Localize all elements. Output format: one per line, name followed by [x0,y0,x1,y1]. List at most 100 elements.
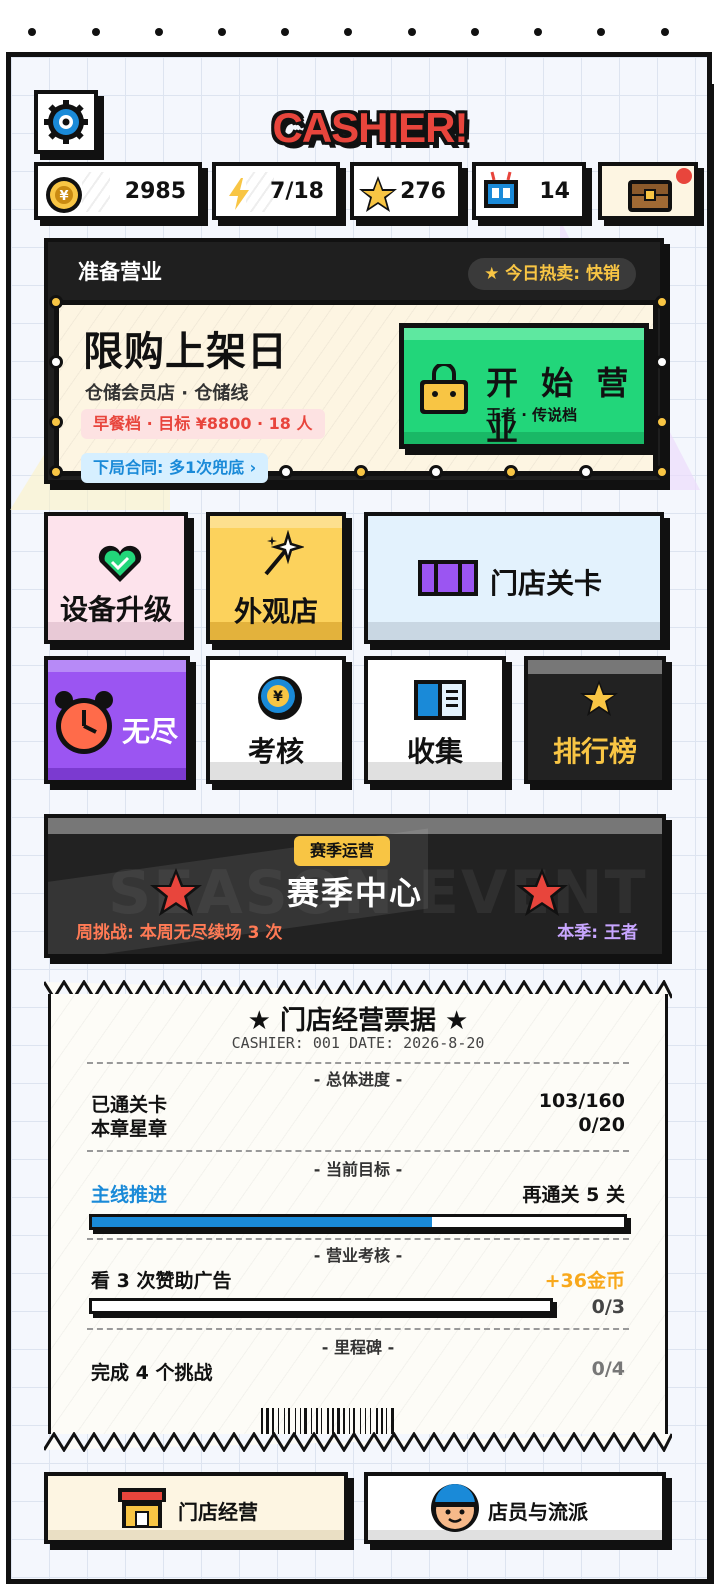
chest-button[interactable] [598,162,698,220]
dot [534,28,542,36]
dot [28,28,36,36]
weekly-challenge: 周挑战: 本周无尽续场 3 次 [76,923,283,943]
equipment-upgrade-tile[interactable]: 设备升级 [44,512,188,644]
dot [344,28,352,36]
shopping-bag-icon [420,364,468,414]
section-current-goal: - 当前目标 - [313,1160,403,1179]
business-receipt: ★ 门店经营票据 ★ CASHIER: 001 DATE: 2026-8-20 … [48,994,668,1434]
staff-and-school-button[interactable]: 店员与流派 [364,1472,666,1544]
nav-label: 门店经营 [178,1500,258,1524]
season-title: 赛季中心 [286,874,423,912]
coin-value: 2985 [124,178,186,204]
game-title: CASHIER! [272,104,468,151]
current-season-rank: 本季: 王者 [557,923,638,943]
dot [218,28,226,36]
staff-avatar-icon [431,1484,479,1532]
notification-badge [676,168,692,184]
heart-icon [98,545,142,582]
bulb [655,355,669,369]
bulb [655,415,669,429]
next-contract-link[interactable]: 下局合同: 多1次兜底 › [81,453,269,483]
appearance-shop-tile[interactable]: 外观店 [206,512,346,644]
book-icon [414,680,466,720]
store-management-button[interactable]: 门店经营 [44,1472,348,1544]
main-goal-label: 主线推进 [91,1184,168,1206]
section-overall: - 总体进度 - [313,1070,403,1089]
robot-icon [484,171,518,208]
dot [408,28,416,36]
start-sublabel: 王者 · 传说档 [486,406,578,424]
bulb [279,465,293,479]
robot-value: 14 [539,178,570,204]
nav-label: 店员与流派 [488,1500,588,1524]
level-ticket-icon [418,560,478,596]
star-icon [580,680,618,716]
bulb [655,295,669,309]
dot [281,28,289,36]
bulb [49,465,63,479]
main-goal-progress [89,1214,627,1230]
bulb [504,465,518,479]
season-tag: 赛季运营 [294,836,391,866]
hot-sale-badge: ★ 今日热卖: 快销 [468,258,636,290]
receipt-meta: CASHIER: 001 DATE: 2026-8-20 [231,1034,485,1052]
dot [155,28,163,36]
bulb [429,465,443,479]
star-value: 276 [400,178,446,204]
collection-tile[interactable]: 收集 [364,656,506,784]
status-dots [0,0,720,56]
svg-text:¥: ¥ [59,189,68,204]
chapter-stars-label: 本章星章 [91,1118,168,1140]
bulb [655,465,669,479]
task-progress [89,1298,553,1314]
section-milestone: - 里程碑 - [321,1338,395,1357]
receipt-title: ★ 门店经营票据 ★ [247,1006,469,1036]
bulb [354,465,368,479]
milestone-label: 完成 4 个挑战 [91,1362,213,1384]
progress-fill [92,1217,433,1227]
tile-label: 设备升级 [59,593,172,626]
event-headline: 限购上架日 [83,329,288,375]
dot [597,28,605,36]
tile-label: 排行榜 [552,735,637,768]
energy-value: 7/18 [270,178,324,204]
receipt-zigzag-bottom [44,1432,672,1452]
daily-ticket: 限购上架日 仓储会员店 · 仓储线 早餐档 · 目标 ¥8800 · 18 人 … [49,295,669,483]
ready-panel: 准备营业 ★ 今日热卖: 快销 限购上架日 仓储会员店 · 仓储线 早餐档 · … [44,238,669,484]
star-counter[interactable]: 276 [350,162,462,220]
bulb [49,415,63,429]
dot [471,28,479,36]
season-center-panel[interactable]: SEASON EVENT 赛季运营 赛季中心 周挑战: 本周无尽续场 3 次 本… [44,814,666,958]
settings-button[interactable] [34,90,98,154]
bulb [49,355,63,369]
lightning-icon [229,178,249,210]
task-reward: +36金币 [544,1270,625,1292]
coin-icon: ¥ [46,177,82,213]
storefront-icon [118,1488,166,1528]
bulb [579,465,593,479]
coin-counter[interactable]: ¥ 2985 [34,162,202,220]
cleared-value: 103/160 [538,1090,625,1112]
alarm-clock-icon [55,691,113,754]
robot-counter[interactable]: 14 [472,162,586,220]
task-value: 0/3 [591,1296,625,1318]
coin-badge-icon: ¥ [258,676,302,720]
cleared-label: 已通关卡 [91,1094,168,1116]
exam-tile[interactable]: ¥ 考核 [206,656,346,784]
tile-label: 门店关卡 [490,567,603,600]
tile-label: 外观店 [233,595,318,628]
endless-mode-tile[interactable]: 无尽 [44,656,190,784]
section-exam: - 营业考核 - [313,1246,403,1265]
leaderboard-tile[interactable]: 排行榜 [524,656,666,784]
milestone-value: 0/4 [591,1358,625,1380]
sparkle-wand-icon [264,530,304,576]
store-levels-tile[interactable]: 门店关卡 [364,512,664,644]
svg-text:¥: ¥ [273,689,283,705]
start-business-button[interactable]: 开 始 营 业 王者 · 传说档 [399,323,649,449]
task-label: 看 3 次赞助广告 [91,1270,232,1292]
dot [661,28,669,36]
main-goal-value: 再通关 5 关 [522,1184,625,1206]
energy-counter[interactable]: 7/18 [212,162,340,220]
store-line: 仓储会员店 · 仓储线 [85,383,249,404]
tile-label: 无尽 [122,715,179,748]
